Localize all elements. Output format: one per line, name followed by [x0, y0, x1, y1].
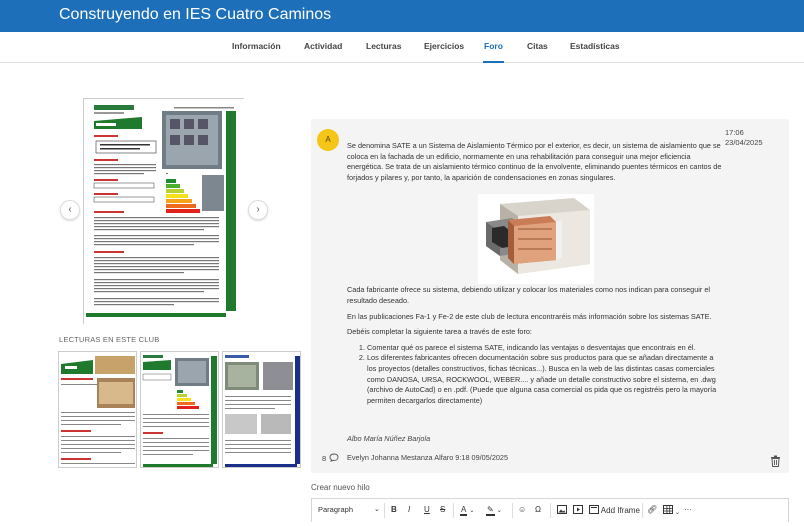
highlighter-icon: ✎: [486, 505, 495, 516]
more-options-button[interactable]: ···: [684, 505, 692, 514]
editor-toolbar: Paragraph ⌄ B I U S A ⌄ ✎ ⌄ ☺ Ω Add Iframe…: [311, 498, 789, 522]
list-item: Comentar qué os parece el sistema SATE, …: [367, 343, 722, 354]
tab-foro[interactable]: Foro: [484, 41, 503, 51]
tab-lecturas[interactable]: Lecturas: [366, 41, 401, 51]
toolbar-divider: [384, 503, 385, 518]
special-character-icon[interactable]: Ω: [535, 505, 541, 514]
post-paragraph: Cada fabricante ofrece su sistema, debie…: [347, 285, 711, 305]
tab-ejercicios[interactable]: Ejercicios: [424, 41, 464, 51]
highlight-color-button[interactable]: ✎ ⌄: [486, 505, 502, 516]
toolbar-divider: [512, 503, 513, 518]
reading-thumbnail-1[interactable]: [58, 351, 137, 468]
image-icon[interactable]: [557, 505, 567, 516]
active-tab-indicator: [483, 61, 504, 63]
carousel-reading-cover[interactable]: [83, 98, 245, 325]
tab-informacion[interactable]: Información: [232, 41, 281, 51]
comment-icon: [329, 453, 339, 462]
readings-section-label: LECTURAS EN ESTE CLUB: [59, 335, 160, 344]
chevron-down-icon: ⌄: [374, 506, 380, 513]
toolbar-divider: [550, 503, 551, 518]
format-select-value: Paragraph: [318, 505, 354, 514]
reading-thumbnail-2[interactable]: [140, 351, 219, 468]
chevron-down-icon: ⌄: [469, 508, 475, 514]
trash-icon[interactable]: [770, 455, 781, 467]
text-color-button[interactable]: A ⌄: [460, 505, 475, 516]
sate-system-illustration: [478, 194, 594, 284]
image-glyph: [557, 505, 567, 514]
reading-thumbnail-image: [59, 352, 136, 467]
strikethrough-button[interactable]: S: [440, 505, 445, 514]
post-date: 23/04/2025: [725, 137, 763, 147]
table-icon: [663, 505, 673, 514]
video-icon[interactable]: [573, 505, 583, 516]
video-glyph: [573, 505, 583, 514]
carousel-next-button[interactable]: ›: [248, 200, 268, 220]
task-list: Comentar qué os parece el sistema SATE, …: [367, 343, 722, 407]
tab-actividad[interactable]: Actividad: [304, 41, 342, 51]
link-icon[interactable]: 🔗︎: [647, 505, 657, 514]
emoji-icon[interactable]: ☺: [518, 505, 526, 514]
reading-thumbnail-image: [141, 352, 218, 467]
post-paragraph: Debéis completar la siguiente tarea a tr…: [347, 327, 532, 337]
tab-bar: Información Actividad Lecturas Ejercicio…: [0, 32, 804, 63]
post-paragraph: Se denomina SATE a un Sistema de Aislami…: [347, 141, 722, 182]
app-header: Construyendo en IES Cuatro Caminos: [0, 0, 804, 32]
post-time: 17:06: [725, 128, 744, 137]
last-reply-info: Evelyn Johanna Mestanza Alfaro 9:18 09/0…: [347, 453, 509, 462]
chevron-left-icon: ‹: [68, 204, 72, 215]
avatar: A: [317, 129, 339, 151]
reading-thumbnail-3[interactable]: [222, 351, 301, 468]
add-iframe-button[interactable]: Add Iframe: [589, 505, 640, 515]
add-iframe-label: Add Iframe: [600, 506, 640, 515]
chevron-down-icon: ⌄: [675, 510, 681, 516]
reading-thumbnail-image: [223, 352, 300, 467]
reply-count[interactable]: 8: [322, 453, 339, 463]
toolbar-divider: [642, 503, 643, 518]
post-timestamp: 17:06 23/04/2025: [725, 128, 763, 147]
app-title: Construyendo en IES Cuatro Caminos: [59, 6, 332, 23]
bold-button[interactable]: B: [391, 505, 397, 514]
chevron-right-icon: ›: [256, 204, 260, 215]
table-button[interactable]: ⌄: [663, 505, 680, 516]
list-item: Los diferentes fabricantes ofrecen docum…: [367, 353, 722, 406]
italic-button[interactable]: I: [408, 505, 410, 514]
chevron-down-icon: ⌄: [496, 508, 502, 514]
carousel-prev-button[interactable]: ‹: [60, 200, 80, 220]
tab-citas[interactable]: Citas: [527, 41, 548, 51]
toolbar-divider: [453, 503, 454, 518]
iframe-icon: [589, 505, 599, 514]
format-select[interactable]: Paragraph ⌄: [318, 505, 380, 514]
reading-cover-fa1-image: [84, 99, 245, 325]
new-thread-label: Crear nuevo hilo: [311, 483, 370, 492]
post-paragraph: En las publicaciones Fa-1 y Fe-2 de este…: [347, 311, 712, 321]
post-signature: Albo María Núñez Barjola: [347, 434, 431, 443]
text-color-icon: A: [460, 505, 468, 516]
tab-estadisticas[interactable]: Estadísticas: [570, 41, 620, 51]
reply-count-value: 8: [322, 454, 327, 463]
underline-button[interactable]: U: [424, 505, 430, 514]
